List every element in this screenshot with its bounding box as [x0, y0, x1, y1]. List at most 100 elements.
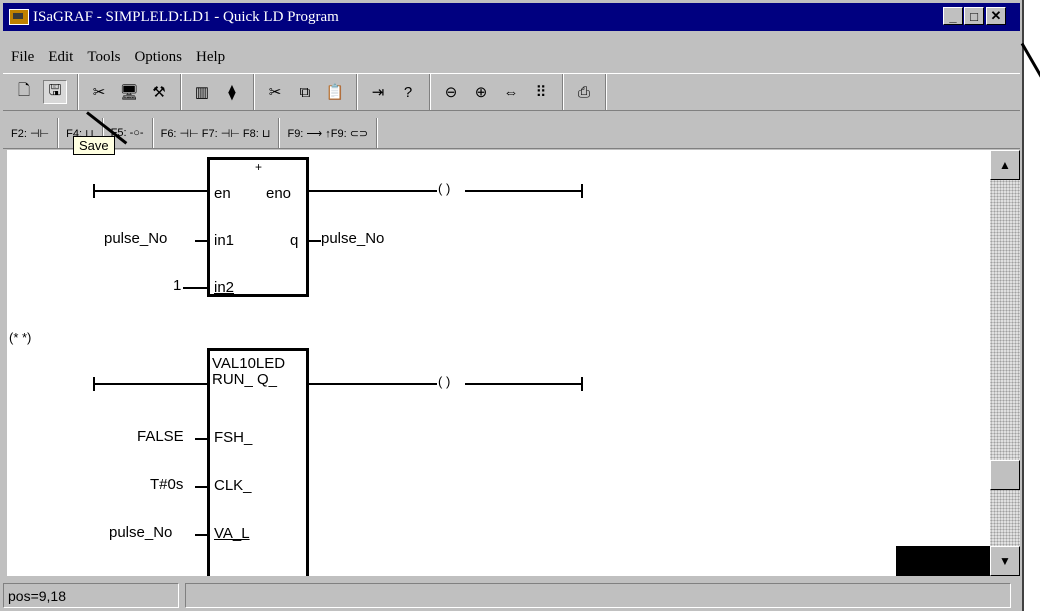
rung-wire — [93, 383, 209, 385]
grid-icon: ⠿ — [535, 84, 547, 101]
monitor-button[interactable]: 🖥 — [118, 81, 140, 103]
tool-button[interactable]: ⚒ — [148, 81, 170, 103]
minimize-button[interactable]: _ — [943, 7, 963, 25]
rung-wire — [465, 383, 581, 385]
pin-fsh: FSH_ — [214, 429, 253, 446]
copy-icon: ⧉ — [299, 83, 311, 101]
paste-icon: 📋 — [325, 84, 345, 101]
input-constant[interactable]: 1 — [173, 277, 181, 294]
rung-right-bar — [581, 184, 583, 198]
status-message — [185, 583, 1011, 608]
menu-tools[interactable]: Tools — [87, 49, 120, 66]
toolbar-group: ⊖ ⊕ ⇔ ⠿ — [430, 74, 563, 110]
pin-in1: in1 — [214, 232, 235, 249]
fit-button[interactable]: ⇔ — [500, 81, 522, 103]
save-tooltip: Save — [73, 136, 115, 155]
close-button[interactable]: ✕ — [986, 7, 1006, 25]
rung-wire — [309, 383, 437, 385]
rung-wire — [465, 190, 581, 192]
enter-icon: ⇥ — [371, 84, 385, 101]
input-variable[interactable]: FALSE — [137, 428, 184, 445]
input-variable[interactable]: pulse_No — [109, 524, 172, 541]
pin-val: VA_L — [214, 525, 250, 542]
ld-tool-contact[interactable]: F2: ⊣⊢ — [3, 118, 59, 148]
cut-button[interactable]: ✂ — [88, 81, 110, 103]
network-icon: ⧫ — [228, 84, 236, 101]
rung-wire — [309, 190, 437, 192]
cut-icon: ✂ — [92, 84, 106, 101]
window-title: ISaGRAF - SIMPLELD:LD1 - Quick LD Progra… — [33, 8, 339, 25]
block-title: VAL10LED — [212, 355, 286, 372]
save-button[interactable]: 🖫 — [43, 80, 67, 104]
status-position: pos=9,18 — [3, 583, 179, 608]
coil-symbol[interactable]: ( ) — [438, 181, 450, 196]
function-block-add[interactable]: + en eno in1 q in2 — [207, 157, 309, 297]
rung-right-bar — [581, 377, 583, 391]
function-block-val10led[interactable]: VAL10LED RUN_ Q_ FSH_ CLK_ VA_L — [207, 348, 309, 576]
pin-q: q — [290, 232, 299, 249]
title-bar[interactable]: ISaGRAF - SIMPLELD:LD1 - Quick LD Progra… — [3, 3, 1020, 31]
contact-question-icon: ? — [403, 83, 413, 101]
input-variable[interactable]: pulse_No — [104, 230, 167, 247]
print-icon: ⎙ — [577, 83, 590, 101]
pin-clk: CLK_ — [214, 477, 252, 494]
scissors-icon: ✂ — [268, 84, 282, 101]
coil-symbol[interactable]: ( ) — [438, 374, 450, 389]
ld-diagram-canvas[interactable]: + en eno in1 q in2 ( ) pulse_No pulse_No… — [7, 150, 990, 576]
paste-button[interactable]: 📋 — [324, 81, 346, 103]
monitor-icon: 🖥 — [119, 84, 139, 101]
grid-button[interactable]: ⠿ — [530, 81, 552, 103]
status-bar: pos=9,18 — [3, 580, 1020, 611]
maximize-button[interactable]: □ — [964, 7, 984, 25]
input-wire — [195, 486, 207, 488]
toolbar-group: ✂ 🖥 ⚒ — [78, 74, 181, 110]
library-icon: ▥ — [194, 84, 210, 101]
enter-button[interactable]: ⇥ — [367, 81, 389, 103]
ld-toolbar: F2: ⊣⊢ F4: ⊔ F5: -○- F6: ⊣⊢ F7: ⊣⊢ F8: ⊔… — [3, 118, 1020, 149]
vertical-scrollbar[interactable]: ▲ ▼ — [990, 150, 1020, 576]
toolbar-group: ⎙ — [563, 74, 606, 110]
menu-options[interactable]: Options — [134, 49, 182, 66]
fit-icon: ⇔ — [503, 83, 519, 101]
input-wire — [195, 240, 207, 242]
pin-in2: in2 — [214, 279, 235, 296]
toolbar-group: ⇥? — [357, 74, 430, 110]
output-variable[interactable]: pulse_No — [321, 230, 384, 247]
library-button[interactable]: ▥ — [191, 81, 213, 103]
menu-help[interactable]: Help — [196, 49, 225, 66]
input-variable[interactable]: T#0s — [150, 476, 183, 493]
scroll-up-button[interactable]: ▲ — [990, 150, 1020, 180]
rung-wire — [93, 190, 209, 192]
block-plus-label: + — [255, 160, 263, 174]
menu-edit[interactable]: Edit — [48, 49, 73, 66]
new-button[interactable]: 🗋 — [13, 81, 35, 103]
application-window: ISaGRAF - SIMPLELD:LD1 - Quick LD Progra… — [0, 0, 1024, 611]
zoom-out-icon: ⊖ — [444, 84, 458, 101]
network-button[interactable]: ⧫ — [221, 81, 243, 103]
app-icon — [9, 9, 29, 25]
input-wire — [183, 287, 207, 289]
toolbar-group: ✂ ⧉ 📋 — [254, 74, 357, 110]
contact-question-button[interactable]: ? — [397, 81, 419, 103]
pin-eno: eno — [266, 185, 292, 202]
zoom-out-button[interactable]: ⊖ — [440, 81, 462, 103]
menu-file[interactable]: File — [11, 49, 34, 66]
scroll-thumb[interactable] — [990, 460, 1020, 490]
input-wire — [195, 438, 207, 440]
tool-icon: ⚒ — [152, 84, 166, 101]
pin-en: en — [214, 185, 231, 202]
pin-run-q: RUN_ Q_ — [212, 371, 278, 388]
scissors-button[interactable]: ✂ — [264, 81, 286, 103]
menu-bar: File Edit Tools Options Help — [3, 45, 1020, 69]
ld-tool-contacts[interactable]: F6: ⊣⊢ F7: ⊣⊢ F8: ⊔ — [153, 118, 280, 148]
ld-tool-jump[interactable]: F9: ⟶ ↑F9: ⊂⊃ — [279, 118, 378, 148]
scroll-down-button[interactable]: ▼ — [990, 546, 1020, 576]
new-icon: 🗋 — [17, 81, 31, 99]
black-region — [896, 546, 990, 576]
main-toolbar: 🗋 🖫 ✂ 🖥 ⚒ ▥ ⧫ ✂ ⧉ 📋 ⇥? ⊖ ⊕ ⇔ ⠿ ⎙ — [3, 73, 1020, 111]
toolbar-group: 🗋 🖫 — [3, 74, 78, 110]
zoom-in-button[interactable]: ⊕ — [470, 81, 492, 103]
copy-button[interactable]: ⧉ — [294, 81, 316, 103]
comment[interactable]: (* *) — [9, 330, 31, 345]
print-button[interactable]: ⎙ — [573, 81, 595, 103]
